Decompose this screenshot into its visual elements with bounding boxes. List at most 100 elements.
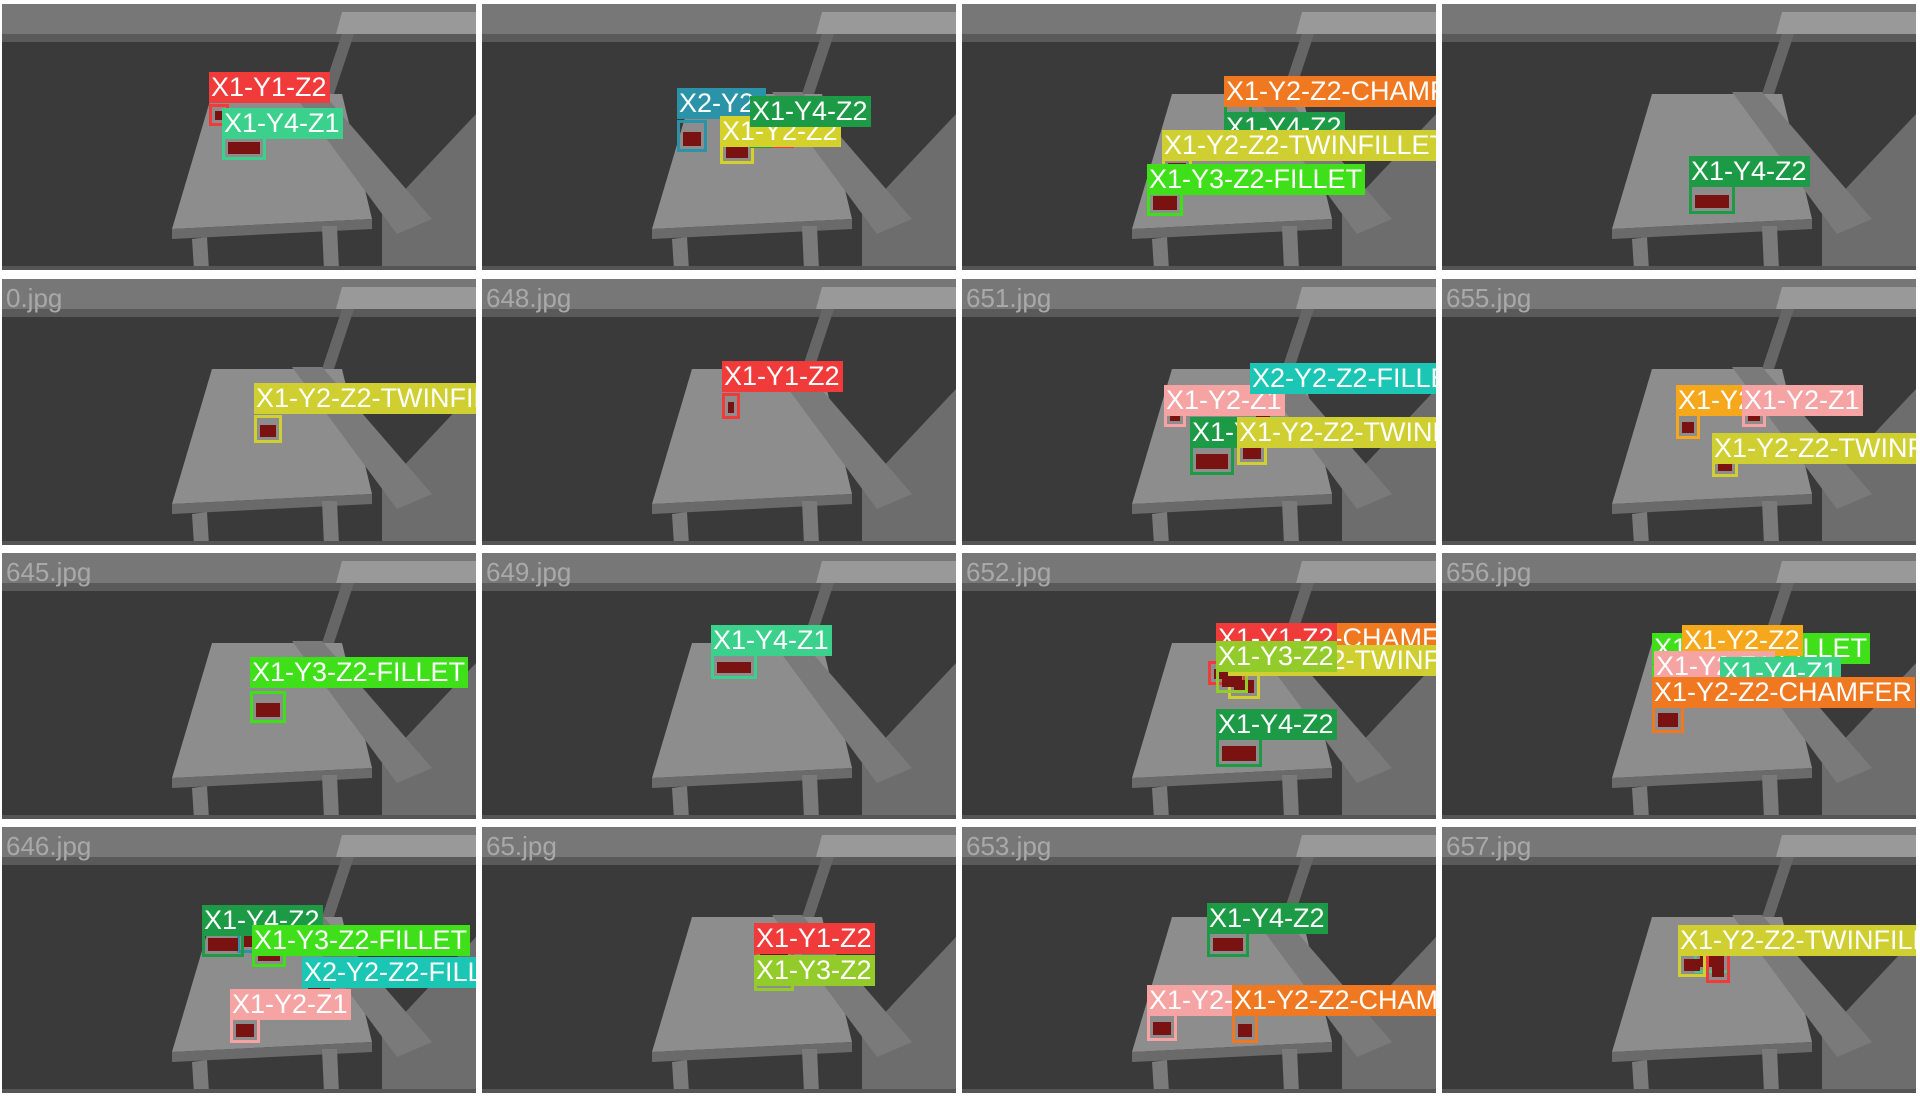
file-name: 657.jpg [1446, 831, 1532, 861]
image-tile[interactable]: 646.jpg X1-Y4-Z2 X1-Y3-Z2-FILLET X2-Y2-Z2-F… [2, 827, 476, 1093]
detection-label: X1-Y1-Z2 [754, 923, 875, 954]
image-tile[interactable]: X1-Y4-Z2 [1442, 4, 1916, 270]
image-tile[interactable]: 657.jpgX1-Y4-Z1X1-Y2-Z2-TWINFILLET [1442, 827, 1916, 1093]
detection-label: X1-Y2-Z1 [230, 989, 351, 1020]
brick-object [260, 424, 276, 437]
detection-label: X1-Y4-Z1 [222, 108, 343, 139]
simulation-scene [962, 827, 1436, 1093]
file-name: 655.jpg [1446, 283, 1532, 313]
detection-mosaic: X1-Y1-Z2 X1-Y4-Z1 X2-Y2- X1-Y2-Z2 X1-Y4-Z2 X1… [0, 0, 1920, 1100]
image-tile[interactable]: 655.jpgX1-Y2-Z2X1-Y2-Z1X1-Y2-Z2-TWINFILL… [1442, 279, 1916, 545]
detection-label: X1-Y2-Z2-TWINFILLET [1237, 417, 1436, 448]
file-name: 646.jpg [6, 831, 92, 861]
table-leg-left [192, 237, 209, 270]
image-tile[interactable]: 652.jpgX1-Y2-Z2-CHAMFERX1-Y1-Z2X1-Y2-Z2-… [962, 553, 1436, 819]
detection-label: X1-Y2-Z2-TWINFILLET [1162, 130, 1436, 161]
simulation-scene [482, 553, 956, 819]
ceiling-beam [336, 835, 476, 857]
detection-label: X1-Y2-Z2-CHAMFER [1224, 76, 1436, 107]
detection-label: X1-Y2-Z2-TWINFILLET [1712, 433, 1916, 464]
table-leg-right [1762, 501, 1779, 545]
table-leg-right [1282, 226, 1299, 270]
simulation-scene [962, 553, 1436, 819]
detection-label: X1-Y1-Z2 [209, 72, 330, 103]
detection-box[interactable] [677, 120, 707, 152]
image-tile[interactable]: X1-Y1-Z2 X1-Y4-Z1 [2, 4, 476, 270]
image-tile[interactable]: 651.jpgX1-Y2-Z1X2-Y2-Z2-FILLETX1-Y4-Z2X1… [962, 279, 1436, 545]
image-tile[interactable]: 645.jpg X1-Y3-Z2-FILLET [2, 553, 476, 819]
table-leg-right [1762, 775, 1779, 819]
floor-edge [1442, 266, 1916, 270]
detection-label: X1-Y1-Z2 [722, 361, 843, 392]
detection-box[interactable] [250, 691, 286, 723]
image-tile[interactable]: X2-Y2- X1-Y2-Z2 X1-Y4-Z2 [482, 4, 956, 270]
file-name: 653.jpg [966, 831, 1052, 861]
detection-box[interactable] [722, 393, 740, 419]
ceiling-beam [336, 287, 476, 309]
detection-label: X1-Y2-Z2-CHAMFER [1232, 985, 1436, 1016]
floor-edge [2, 266, 476, 270]
table-leg-right [1282, 501, 1299, 545]
detection-label: X1-Y3-Z2-FILLET [250, 657, 469, 688]
detection-label: X1-Y4-Z1 [711, 625, 832, 656]
table-leg-right [1762, 1049, 1779, 1093]
brick-object [1658, 712, 1678, 727]
floor-edge [1442, 815, 1916, 819]
table-leg-right [1762, 226, 1779, 270]
floor-edge [962, 1089, 1436, 1093]
floor-edge [482, 541, 956, 545]
detection-label: X1-Y2-Z1 [1742, 385, 1863, 416]
ceiling-beam [1296, 835, 1436, 857]
file-name: 0.jpg [6, 283, 63, 313]
table-leg-left [1632, 786, 1649, 819]
detection-box[interactable] [1706, 953, 1730, 983]
floor-edge [962, 541, 1436, 545]
brick-object [717, 662, 751, 673]
table-leg-left [672, 237, 689, 270]
detection-box[interactable] [711, 653, 757, 679]
wall-edge [482, 34, 956, 42]
table-leg-right [802, 1049, 819, 1093]
detection-box[interactable] [1689, 184, 1735, 214]
file-name: 648.jpg [486, 283, 572, 313]
ceiling-beam [816, 835, 956, 857]
brick-object [1153, 195, 1177, 210]
detection-label: X1-Y4-Z2 [1207, 903, 1328, 934]
detection-label: X1-Y4-Z2 [750, 96, 871, 127]
detection-box[interactable] [254, 415, 282, 443]
ceiling-beam [1776, 12, 1916, 34]
detection-label: X1-Y3-Z2-FILLET [1147, 164, 1366, 195]
wall-edge [1442, 34, 1916, 42]
simulation-scene [482, 279, 956, 545]
image-tile[interactable]: 649.jpg X1-Y4-Z1 [482, 553, 956, 819]
table-leg-left [192, 512, 209, 545]
image-tile[interactable]: 65.jpg X1-Y1-Z2 X1-Y3-Z2 [482, 827, 956, 1093]
ceiling-beam [1776, 561, 1916, 583]
image-tile[interactable]: 648.jpg X1-Y1-Z2 [482, 279, 956, 545]
file-name: 65.jpg [486, 831, 557, 861]
file-name: 649.jpg [486, 557, 572, 587]
table-leg-right [1282, 775, 1299, 819]
floor-edge [482, 1089, 956, 1093]
brick-object [228, 141, 260, 154]
image-tile[interactable]: X1-Y2-Z2-CHAMFERX1-Y4-Z2X1-Y2-Z2-TWINFIL… [962, 4, 1436, 270]
image-tile[interactable]: 0.jpg X1-Y2-Z2-TWINFILLET [2, 279, 476, 545]
image-tile[interactable]: 653.jpgX1-Y4-Z2X1-Y2-Z1X1-Y2-Z2-CHAMFER [962, 827, 1436, 1093]
table-leg-left [1632, 1060, 1649, 1093]
brick-object [208, 937, 238, 951]
brick-object [256, 702, 280, 717]
brick-object [1712, 963, 1724, 977]
floor-edge [482, 815, 956, 819]
detection-label: X1-Y3-Z2 [754, 955, 875, 986]
detection-box[interactable] [1232, 1013, 1258, 1043]
detection-label: X1-Y4-Z2 [1216, 709, 1337, 740]
image-tile[interactable]: 656.jpgX1-Y3-Z2-FILLETX1-Y2-Z2X1-Y2-Z1X1… [1442, 553, 1916, 819]
detection-label: X1-Y3-Z2-FILLET [252, 925, 471, 956]
ceiling-beam [1776, 287, 1916, 309]
floor-edge [482, 266, 956, 270]
table-leg-left [672, 786, 689, 819]
table-leg-left [1152, 512, 1169, 545]
table-leg-left [672, 1060, 689, 1093]
floor-edge [2, 1089, 476, 1093]
detection-box[interactable] [1676, 413, 1700, 439]
